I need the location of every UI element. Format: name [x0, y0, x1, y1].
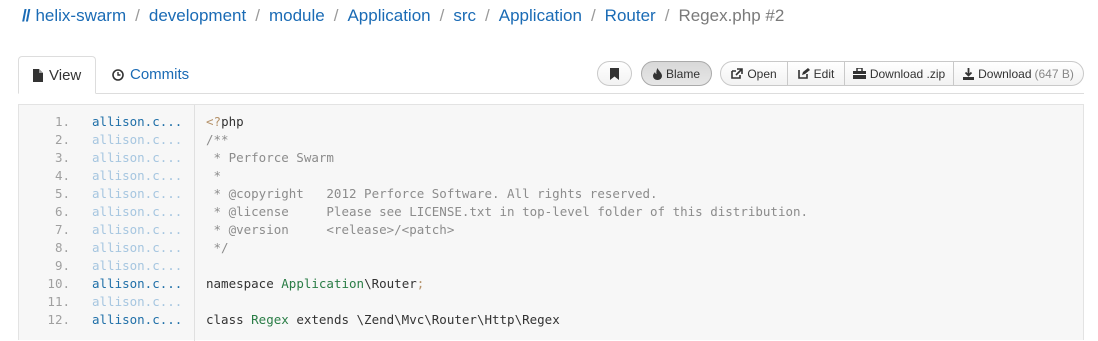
line-number[interactable]: 9. [19, 258, 70, 273]
blame-author[interactable]: allison.c... [92, 222, 202, 237]
download-icon [963, 67, 975, 80]
line-number[interactable]: 4. [19, 168, 70, 183]
code-line: 8. allison.c... */ [19, 238, 1083, 256]
line-number[interactable]: 12. [19, 312, 70, 327]
blame-author[interactable]: allison.c... [92, 276, 202, 291]
blame-author[interactable]: allison.c... [92, 312, 202, 327]
open-button[interactable]: Open [720, 61, 788, 86]
line-number[interactable]: 8. [19, 240, 70, 255]
blame-author[interactable]: allison.c... [92, 258, 202, 273]
download-button[interactable]: Download (647 B) [953, 61, 1084, 86]
code-line: 2. allison.c... /** [19, 130, 1083, 148]
line-source: * @version <release>/<patch> [206, 221, 455, 237]
home-link[interactable]: // [22, 6, 31, 26]
code-line: 5. allison.c... * @copyright 2012 Perfor… [19, 184, 1083, 202]
blame-author[interactable]: allison.c... [92, 150, 202, 165]
line-source: namespace Application\Router; [206, 275, 425, 291]
line-source: <?php [206, 113, 244, 129]
code-line: 1. allison.c... <?php [19, 112, 1083, 130]
line-source: * @license Please see LICENSE.txt in top… [206, 203, 809, 219]
breadcrumb-current-file: Regex.php #2 [678, 6, 785, 25]
breadcrumb-separator: / [255, 6, 260, 25]
code-line: 4. allison.c... * [19, 166, 1083, 184]
line-source: */ [206, 239, 229, 255]
breadcrumb-link-application[interactable]: Application [347, 6, 430, 26]
file-icon [33, 68, 43, 82]
breadcrumb-link-branch[interactable]: development [149, 6, 246, 26]
blame-button[interactable]: Blame [641, 61, 712, 86]
share-icon [731, 68, 744, 79]
blame-author[interactable]: allison.c... [92, 204, 202, 219]
download-label: Download [978, 66, 1032, 81]
line-source: /** [206, 131, 229, 147]
code-line: 9. allison.c... [19, 256, 1083, 274]
open-label: Open [747, 66, 777, 81]
download-zip-label: Download .zip [869, 66, 946, 81]
breadcrumb-separator: / [485, 6, 490, 25]
breadcrumb-link-module[interactable]: module [269, 6, 325, 26]
edit-label: Edit [813, 66, 835, 81]
briefcase-icon [852, 68, 866, 79]
download-zip-button[interactable]: Download .zip [844, 61, 954, 86]
download-size: (647 B) [1034, 66, 1074, 81]
line-number[interactable]: 5. [19, 186, 70, 201]
blame-code-view: 1. allison.c... <?php 2. allison.c... /*… [18, 104, 1084, 341]
blame-author[interactable]: allison.c... [92, 240, 202, 255]
line-number[interactable]: 10. [19, 276, 70, 291]
line-source: * @copyright 2012 Perforce Software. All… [206, 185, 658, 201]
breadcrumb-separator: / [439, 6, 445, 25]
code-line: 10. allison.c... namespace Application\R… [19, 274, 1083, 292]
blame-author[interactable]: allison.c... [92, 114, 202, 129]
fire-icon [652, 67, 662, 80]
line-number[interactable]: 1. [19, 114, 70, 129]
edit-button[interactable]: Edit [787, 61, 845, 86]
code-line: 12. allison.c... class Regex extends \Ze… [19, 310, 1083, 328]
code-line: 11. allison.c... [19, 292, 1083, 310]
breadcrumb-link-project[interactable]: helix-swarm [35, 6, 126, 26]
blame-author[interactable]: allison.c... [92, 294, 202, 309]
line-source: * Perforce Swarm [206, 149, 334, 165]
line-number[interactable]: 7. [19, 222, 70, 237]
line-number[interactable]: 3. [19, 150, 70, 165]
blame-author[interactable]: allison.c... [92, 168, 202, 183]
line-source: * [206, 167, 222, 183]
blame-label: Blame [665, 66, 700, 81]
breadcrumb-link-application-2[interactable]: Application [499, 6, 582, 26]
breadcrumb-link-src[interactable]: src [453, 6, 476, 26]
code-line: 3. allison.c... * Perforce Swarm [19, 148, 1083, 166]
tab-view[interactable]: View [18, 56, 97, 94]
tab-commits-label: Commits [130, 66, 190, 83]
bookmark-icon [610, 67, 619, 80]
code-line: 7. allison.c... * @version <release>/<pa… [19, 220, 1083, 238]
breadcrumb-separator: / [135, 6, 140, 25]
tab-view-label: View [49, 66, 82, 84]
line-number[interactable]: 2. [19, 132, 70, 147]
line-number[interactable]: 11. [19, 294, 70, 309]
breadcrumb-separator: / [333, 6, 339, 25]
breadcrumb-separator: / [590, 6, 596, 25]
breadcrumb-link-router[interactable]: Router [605, 6, 656, 26]
blame-author[interactable]: allison.c... [92, 132, 202, 147]
code-line: 6. allison.c... * @license Please see LI… [19, 202, 1083, 220]
clock-icon [112, 68, 124, 81]
breadcrumb: // helix-swarm / development / module / … [22, 5, 784, 27]
bookmark-button[interactable] [597, 61, 632, 86]
blame-author[interactable]: allison.c... [92, 186, 202, 201]
line-number[interactable]: 6. [19, 204, 70, 219]
tab-commits[interactable]: Commits [98, 56, 203, 93]
breadcrumb-separator: / [664, 6, 670, 25]
edit-icon [797, 68, 810, 79]
line-source: class Regex extends \Zend\Mvc\Router\Htt… [206, 311, 560, 327]
